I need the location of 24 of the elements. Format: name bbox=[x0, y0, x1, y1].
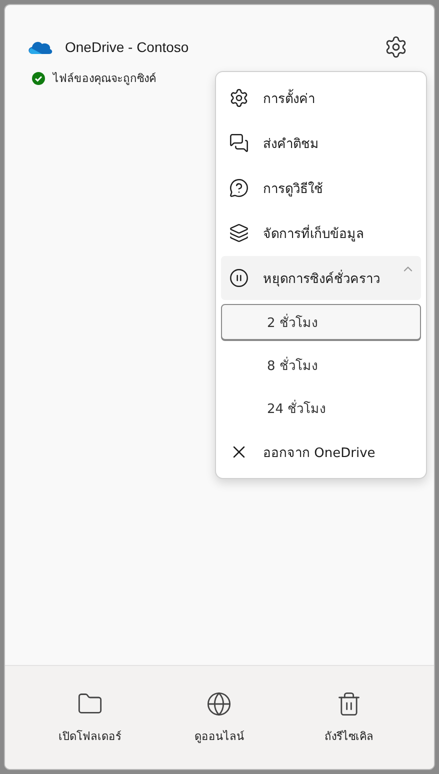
cloud-icon bbox=[27, 39, 53, 55]
footer-button[interactable]: ถังรีไซเคิล bbox=[284, 666, 414, 769]
submenu-item[interactable]: 8 ชั่วโมง bbox=[221, 347, 421, 383]
folder-icon bbox=[76, 690, 103, 716]
menu-item[interactable]: จัดการที่เก็บข้อมูล bbox=[221, 211, 421, 255]
menu-item[interactable]: ออกจาก OneDrive bbox=[221, 430, 421, 474]
menu-item[interactable]: หยุดการซิงค์ชั่วคราว bbox=[221, 256, 421, 300]
recycle-bin-icon bbox=[336, 690, 362, 716]
submenu-item[interactable]: 2 ชั่วโมง bbox=[221, 304, 421, 340]
globe-icon bbox=[206, 690, 232, 716]
check-icon bbox=[32, 72, 45, 84]
settings-icon bbox=[229, 88, 249, 108]
menu-item[interactable]: การดูวิธีใช้ bbox=[221, 166, 421, 210]
account-title: OneDrive - Contoso bbox=[65, 39, 189, 55]
menu-item[interactable]: การตั้งค่า bbox=[221, 76, 421, 120]
help-icon bbox=[229, 178, 249, 198]
feedback-icon bbox=[229, 133, 249, 153]
menu-item[interactable]: ส่งคำติชม bbox=[221, 121, 421, 165]
layers-icon bbox=[229, 223, 249, 243]
footer-button[interactable]: เปิดโฟลเดอร์ bbox=[25, 666, 155, 769]
submenu-item[interactable]: 24 ชั่วโมง bbox=[221, 390, 421, 426]
pause-icon bbox=[229, 268, 249, 288]
footer-button[interactable]: ดูออนไลน์ bbox=[154, 666, 284, 769]
sync-status: ไฟล์ของคุณจะถูกซิงค์ bbox=[53, 71, 156, 87]
